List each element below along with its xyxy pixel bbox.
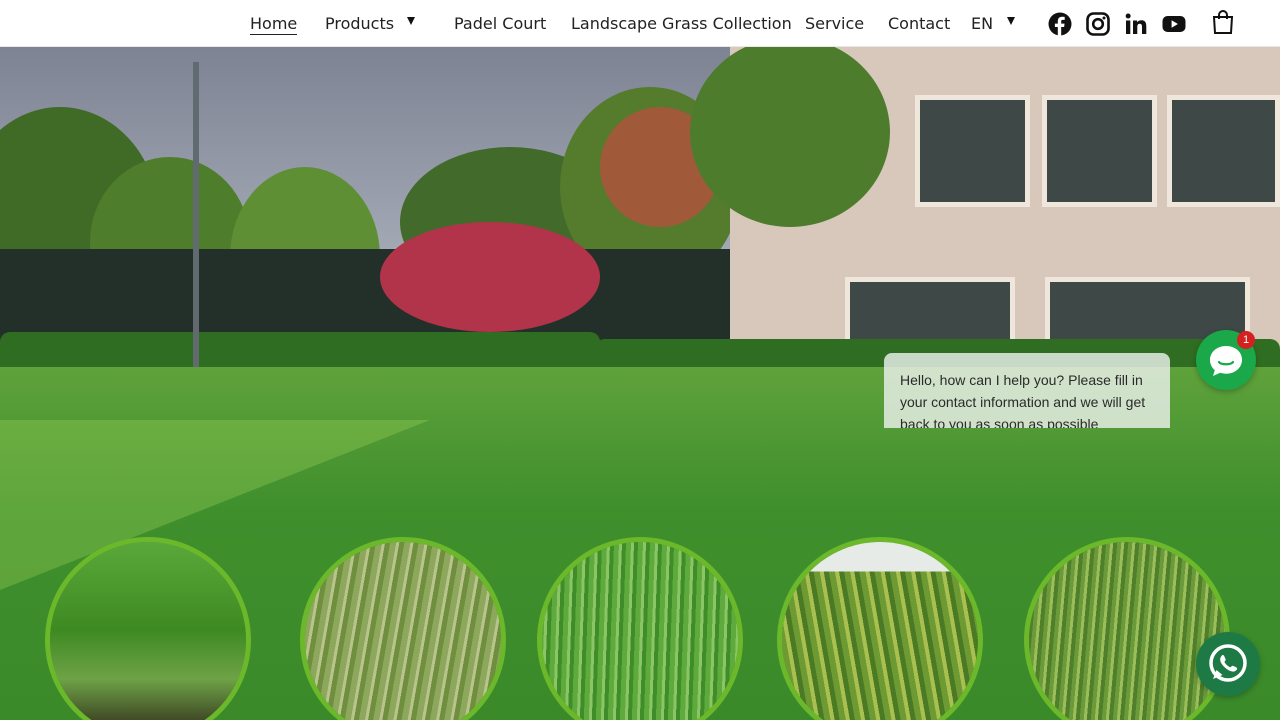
window (915, 95, 1030, 207)
grass-sample-3-image (542, 542, 738, 720)
grass-sample-4-image (782, 542, 978, 720)
products-dropdown-icon[interactable] (407, 17, 415, 25)
nav-padel-court[interactable]: Padel Court (454, 14, 546, 33)
window (1042, 95, 1157, 207)
grass-sample-1[interactable] (45, 537, 251, 720)
grass-sample-3[interactable] (537, 537, 743, 720)
unread-badge: 1 (1237, 331, 1255, 349)
grass-sample-4[interactable] (777, 537, 983, 720)
grass-sample-2-image (305, 542, 501, 720)
nav-products[interactable]: Products (325, 14, 394, 33)
facebook-icon[interactable] (1048, 12, 1072, 36)
language-selector[interactable]: EN (971, 14, 993, 33)
shopping-bag-icon[interactable] (1212, 9, 1234, 35)
nav-home[interactable]: Home (250, 14, 298, 35)
whatsapp-button[interactable] (1196, 632, 1260, 696)
nav-contact[interactable]: Contact (888, 14, 950, 33)
top-navigation: Home Products Padel Court Landscape Gras… (0, 0, 1280, 47)
youtube-icon[interactable] (1162, 12, 1186, 36)
window (1167, 95, 1280, 207)
chat-message-bubble[interactable]: Hello, how can I help you? Please fill i… (884, 353, 1170, 428)
linkedin-icon[interactable] (1124, 12, 1148, 36)
lamp-pole (193, 62, 199, 392)
window (845, 277, 1015, 347)
language-dropdown-icon[interactable] (1007, 17, 1015, 25)
grass-sample-2[interactable] (300, 537, 506, 720)
instagram-icon[interactable] (1086, 12, 1110, 36)
nav-service[interactable]: Service (805, 14, 864, 33)
red-maple-tree (380, 222, 600, 332)
page: Home Products Padel Court Landscape Gras… (0, 0, 1280, 720)
chat-message-text: Hello, how can I help you? Please fill i… (900, 372, 1146, 428)
grass-sample-1-image (50, 542, 246, 720)
whatsapp-icon (1209, 644, 1247, 682)
nav-landscape-grass-collection[interactable]: Landscape Grass Collection (571, 14, 792, 33)
